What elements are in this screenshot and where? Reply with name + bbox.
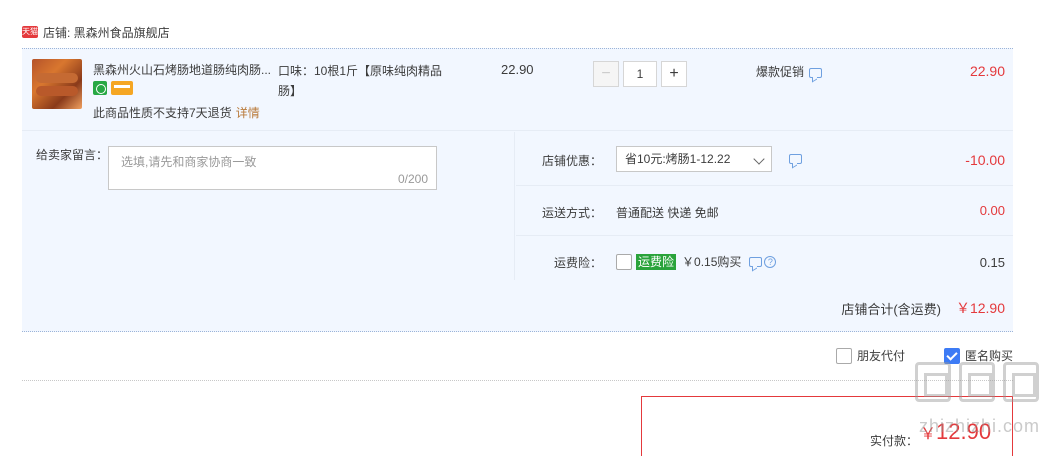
item-spec: 口味：10根1斤【原味纯肉精品肠】 — [278, 64, 443, 98]
friend-pay-option[interactable]: 朋友代付 — [836, 347, 905, 364]
payment-amount: ￥12.90 — [920, 419, 991, 445]
product-thumbnail[interactable] — [32, 59, 82, 109]
friend-pay-label: 朋友代付 — [857, 349, 906, 363]
shop-header: 天猫 店铺: 黑森州食品旗舰店 — [22, 22, 170, 42]
decrease-quantity-button[interactable]: − — [593, 61, 619, 87]
return-note: 此商品性质不支持7天退货 详情 — [93, 104, 260, 121]
shop-total-value: ￥12.90 — [955, 300, 1005, 316]
coupon-chat-icon[interactable] — [789, 154, 802, 164]
item-subtotal: 22.90 — [969, 63, 1005, 79]
guarantee-icon[interactable] — [93, 81, 107, 95]
promo-label: 爆款促销 — [756, 63, 823, 80]
insurance-value: 0.15 — [979, 255, 1005, 270]
insurance-label: 运费险： — [553, 256, 602, 270]
shipping-value: 0.00 — [979, 203, 1005, 218]
insurance-chat-icon[interactable] — [749, 256, 763, 267]
chat-icon[interactable] — [809, 67, 823, 78]
checkout-options: 朋友代付 匿名购买 — [22, 344, 1013, 368]
coupon-select[interactable]: 省10元:烤肠1-12.22 — [616, 146, 772, 172]
insurance-badge: 运费险 — [636, 253, 677, 270]
friend-pay-checkbox[interactable] — [836, 347, 852, 364]
message-placeholder: 选填,请先和商家协商一致 — [121, 155, 257, 169]
promo-text: 爆款促销 — [756, 65, 805, 79]
currency-symbol: ￥ — [920, 426, 937, 443]
insurance-price: ￥0.15购买 — [682, 255, 742, 269]
coupon-selected: 省10元:烤肠1-12.22 — [625, 152, 731, 166]
anonymous-checkbox[interactable] — [944, 347, 960, 364]
divider — [22, 380, 1013, 381]
seller-message-input[interactable]: 选填,请先和商家协商一致 0/200 — [108, 146, 437, 190]
anonymous-label: 匿名购买 — [965, 349, 1014, 363]
anonymous-option[interactable]: 匿名购买 — [944, 347, 1013, 364]
insurance-checkbox[interactable] — [616, 253, 632, 270]
payment-summary: 实付款： ￥12.90 — [641, 396, 1013, 456]
chevron-down-icon — [753, 153, 765, 165]
message-count: 0/200 — [397, 172, 428, 186]
coupon-label: 店铺优惠： — [541, 154, 602, 168]
shop-total-row: 店铺合计(含运费) ￥12.90 — [22, 281, 1013, 333]
message-label: 给卖家留言： — [36, 148, 109, 162]
payment-amount-value: 12.90 — [936, 419, 992, 444]
insurance-option: 运费险 ￥0.15购买 ? — [616, 253, 777, 270]
return-note-text: 此商品性质不支持7天退货 — [93, 106, 232, 120]
coupon-value: -10.00 — [965, 152, 1005, 168]
message-area: 给卖家留言： 选填,请先和商家协商一致 0/200 — [22, 132, 515, 280]
card-payment-icon[interactable] — [111, 81, 133, 95]
help-icon[interactable]: ? — [764, 255, 777, 268]
order-box: 黑森州火山石烤肠地道肠纯肉肠... 此商品性质不支持7天退货 详情 口味：10根1… — [22, 48, 1013, 332]
item-row: 黑森州火山石烤肠地道肠纯肉肠... 此商品性质不支持7天退货 详情 口味：10根1… — [22, 49, 1013, 131]
service-icons — [93, 81, 133, 95]
increase-quantity-button[interactable]: + — [661, 61, 687, 87]
quantity-input[interactable]: 1 — [623, 61, 657, 87]
shipping-row: 运送方式： 普通配送 快递 免邮 0.00 — [516, 186, 1013, 236]
shipping-label: 运送方式： — [541, 206, 602, 220]
payment-label: 实付款： — [870, 434, 919, 448]
shipping-method: 普通配送 快递 免邮 — [616, 206, 719, 220]
item-title[interactable]: 黑森州火山石烤肠地道肠纯肉肠... — [93, 61, 273, 78]
shop-total-label: 店铺合计(含运费) — [841, 302, 941, 317]
quantity-stepper: − 1 + — [593, 61, 687, 87]
unit-price: 22.90 — [501, 62, 534, 77]
insurance-row: 运费险： 运费险 ￥0.15购买 ? 0.15 — [516, 236, 1013, 281]
tmall-icon: 天猫 — [22, 26, 38, 38]
coupon-row: 店铺优惠： 省10元:烤肠1-12.22 -10.00 — [516, 132, 1013, 186]
detail-link[interactable]: 详情 — [236, 106, 260, 120]
shop-name[interactable]: 店铺: 黑森州食品旗舰店 — [43, 24, 170, 41]
